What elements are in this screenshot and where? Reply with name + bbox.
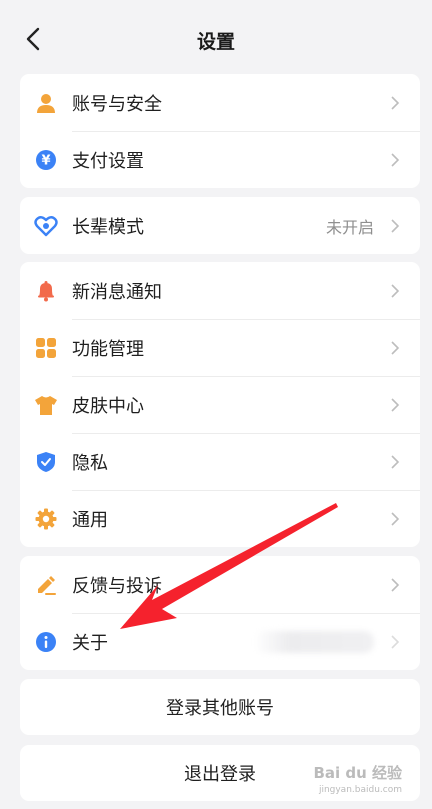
chevron-right-icon xyxy=(382,340,408,356)
gear-icon xyxy=(20,508,72,530)
info-icon xyxy=(20,631,72,653)
grid-icon xyxy=(20,337,72,359)
page-title: 设置 xyxy=(196,31,235,53)
settings-item-label: 支付设置 xyxy=(72,150,144,172)
settings-item-label: 皮肤中心 xyxy=(72,395,144,417)
settings-item-feedback[interactable]: 反馈与投诉 xyxy=(20,556,420,613)
chevron-right-icon xyxy=(382,283,408,299)
chevron-right-icon xyxy=(382,634,408,650)
settings-item-label: 通用 xyxy=(72,509,108,531)
chevron-right-icon xyxy=(382,397,408,413)
chevron-right-icon xyxy=(382,152,408,168)
watermark-logo-text: Bai du 经验 xyxy=(313,764,402,782)
bell-icon xyxy=(20,280,72,302)
chevron-right-icon xyxy=(382,577,408,593)
chevron-right-icon xyxy=(382,511,408,527)
settings-item-notifications[interactable]: 新消息通知 xyxy=(20,262,420,319)
settings-item-label: 关于 xyxy=(72,632,108,654)
switch-account-button[interactable]: 登录其他账号 xyxy=(20,679,420,735)
settings-item-label: 功能管理 xyxy=(72,338,144,360)
settings-item-general[interactable]: 通用 xyxy=(20,490,420,547)
watermark: Bai du 经验 jingyan.baidu.com xyxy=(313,765,402,799)
settings-item-skin-center[interactable]: 皮肤中心 xyxy=(20,376,420,433)
settings-item-elder-mode[interactable]: 长辈模式 未开启 xyxy=(20,197,420,254)
heart-icon xyxy=(20,215,72,237)
general-group: 新消息通知 功能管理 皮肤中心 隐私 通用 xyxy=(20,262,420,547)
settings-item-label: 反馈与投诉 xyxy=(72,575,162,597)
elder-mode-group: 长辈模式 未开启 xyxy=(20,197,420,254)
version-value-blurred xyxy=(254,630,374,653)
yen-icon: ¥ xyxy=(20,149,72,171)
settings-item-feature-management[interactable]: 功能管理 xyxy=(20,319,420,376)
svg-text:¥: ¥ xyxy=(41,153,50,168)
watermark-url: jingyan.baidu.com xyxy=(318,785,402,795)
support-group: 反馈与投诉 关于 xyxy=(20,556,420,670)
settings-item-about[interactable]: 关于 xyxy=(20,613,420,670)
elder-mode-status: 未开启 xyxy=(325,217,374,237)
settings-item-label: 长辈模式 xyxy=(72,216,144,238)
settings-item-label: 账号与安全 xyxy=(72,93,162,115)
nav-bar: 设置 xyxy=(0,0,432,78)
chevron-right-icon xyxy=(382,218,408,234)
account-group: 账号与安全 ¥ 支付设置 xyxy=(20,74,420,188)
settings-item-label: 隐私 xyxy=(72,452,108,474)
user-icon xyxy=(20,92,72,114)
shirt-icon xyxy=(20,394,72,416)
settings-item-label: 新消息通知 xyxy=(72,281,162,303)
settings-item-privacy[interactable]: 隐私 xyxy=(20,433,420,490)
settings-item-payment[interactable]: ¥ 支付设置 xyxy=(20,131,420,188)
pencil-icon xyxy=(20,574,72,596)
chevron-right-icon xyxy=(382,95,408,111)
chevron-right-icon xyxy=(382,454,408,470)
shield-icon xyxy=(20,451,72,473)
settings-item-account-security[interactable]: 账号与安全 xyxy=(20,74,420,131)
